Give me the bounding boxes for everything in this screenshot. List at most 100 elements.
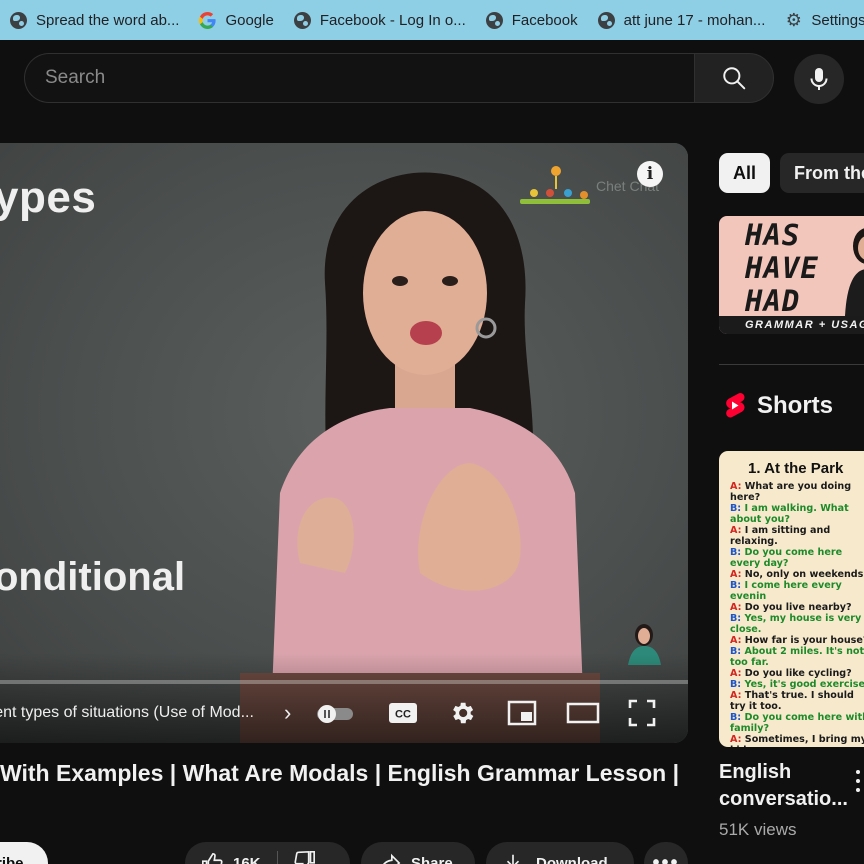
dialogue-text: That's true. I should try it too. [730,690,854,712]
settings-gear-icon [453,702,474,724]
recommended-video-thumbnail[interactable]: HAS HAVE HAD GRAMMAR + USAG [719,216,864,334]
dialogue-line: B: About 2 miles. It's not too far. [730,646,864,668]
dialogue-text: What are you doing here? [730,481,852,503]
fullscreen-button[interactable] [628,698,656,728]
short-card-title: 1. At the Park [748,460,844,477]
progress-bar[interactable] [0,680,688,684]
info-icon[interactable]: i [637,161,663,187]
like-dislike-group: 16K [185,842,350,864]
dialogue-speaker: A: [730,602,742,613]
chevron-right-icon[interactable]: › [284,700,291,726]
dialogue-line: A: That's true. I should try it too. [730,690,864,712]
dialogue-speaker: A: [730,635,742,646]
thumbnail-word: HAS [745,218,801,252]
board-text-bottom: onditional [0,555,186,599]
bookmark-facebook[interactable]: Facebook [476,0,588,40]
chip-all[interactable]: All [719,153,770,193]
share-label: Share [411,854,453,864]
like-divider [276,851,278,864]
bookmark-facebook-login[interactable]: Facebook - Log In o... [284,0,476,40]
autoplay-toggle-icon [317,705,353,723]
google-icon [199,11,217,29]
voice-search-button[interactable] [794,54,844,104]
thumbnail-band: GRAMMAR + USAG [719,316,864,334]
search-button[interactable] [694,53,774,103]
search-box [24,53,696,103]
dialogue-speaker: B: [730,679,742,690]
gear-icon: ⚙ [785,9,802,30]
dialogue-text: Do you come here with family? [730,712,864,734]
chapter-title[interactable]: erent types of situations (Use of Mod... [0,704,254,722]
dialogue-line: B: I come here every evenin [730,580,864,602]
dialogue-line: B: Do you come here with family? [730,712,864,734]
globe-icon [293,11,311,29]
dialogue-text: Do you live nearby? [744,602,852,613]
more-vertical-icon[interactable] [852,770,864,792]
subscribe-label: ribe [0,854,24,864]
masthead [0,40,864,116]
like-count: 16K [233,854,261,864]
dialogue-text: About 2 miles. It's not too far. [730,646,864,668]
dialogue-line: B: Do you come here every day? [730,547,864,569]
dialogue-text: No, only on weekends. [744,569,864,580]
bookmark-label: Settings [811,11,864,29]
presenter-thumbnail [845,228,864,316]
microphone-icon [810,68,828,90]
dialogue-text: Yes, it's good exercise. [744,679,864,690]
globe-icon [485,11,503,29]
chip-from-the[interactable]: From the [780,153,864,193]
miniplayer-button[interactable] [507,698,537,728]
miniplayer-icon [507,700,537,726]
bookmarks-bar: Spread the word ab... Google Facebook - … [0,0,864,40]
search-input[interactable] [45,54,665,102]
shorts-header: Shorts [722,392,833,420]
bookmark-label: Spread the word ab... [36,11,180,29]
share-icon [382,853,401,864]
theater-icon [566,702,600,724]
short-thumbnail[interactable]: 1. At the Park A: What are you doing her… [719,451,864,747]
dialogue-speaker: B: [730,712,742,723]
globe-icon [597,11,615,29]
bookmark-label: Facebook - Log In o... [319,11,466,29]
video-player[interactable]: ypes onditional Chet Chat i erent types … [0,143,688,743]
browser-window: Spread the word ab... Google Facebook - … [0,0,864,864]
download-label: Download [536,854,608,864]
dialogue-speaker: B: [730,613,742,624]
dialogue-text: Do you like cycling? [744,668,852,679]
video-title: With Examples | What Are Modals | Englis… [0,760,680,786]
bookmark-spread-the-word[interactable]: Spread the word ab... [0,0,189,40]
dialogue-speaker: A: [730,569,742,580]
bookmark-google[interactable]: Google [189,0,283,40]
thumbs-up-icon [202,853,223,864]
dialogue-line: B: I am walking. What about you? [730,503,864,525]
autoplay-toggle[interactable] [315,698,355,728]
more-horizontal-icon: ••• [652,851,680,864]
bookmark-settings[interactable]: ⚙ Settings [775,0,864,40]
dialogue-speaker: A: [730,734,742,745]
search-icon [723,67,746,90]
like-button[interactable]: 16K [201,852,261,864]
dialogue-line: A: What are you doing here? [730,481,864,503]
download-button[interactable]: Download [486,842,634,864]
captions-icon: CC [389,703,417,723]
dialogue-line: A: Do you live nearby? [730,602,864,613]
bookmark-label: Google [225,11,274,29]
bookmark-att-june-17[interactable]: att june 17 - mohan... [588,0,776,40]
theater-mode-button[interactable] [566,698,600,728]
subscribe-button[interactable]: ribe [0,842,48,864]
dialogue-speaker: A: [730,525,742,536]
dialogue-speaker: B: [730,547,742,558]
dialogue-text: Sometimes, I bring my kid [730,734,864,747]
dislike-button[interactable] [293,850,316,864]
globe-icon [10,11,27,29]
dialogue-speaker: A: [730,481,742,492]
settings-button[interactable] [448,698,476,728]
short-title[interactable]: English conversatio... [719,759,849,813]
thumbnail-word: HAVE [745,251,819,285]
more-actions-button[interactable]: ••• [644,842,688,864]
captions-button[interactable]: CC [388,698,418,728]
dialogue-text: I come here every evenin [730,580,842,602]
fullscreen-icon [628,699,656,727]
dialogue-speaker: B: [730,580,742,591]
share-button[interactable]: Share [361,842,475,864]
